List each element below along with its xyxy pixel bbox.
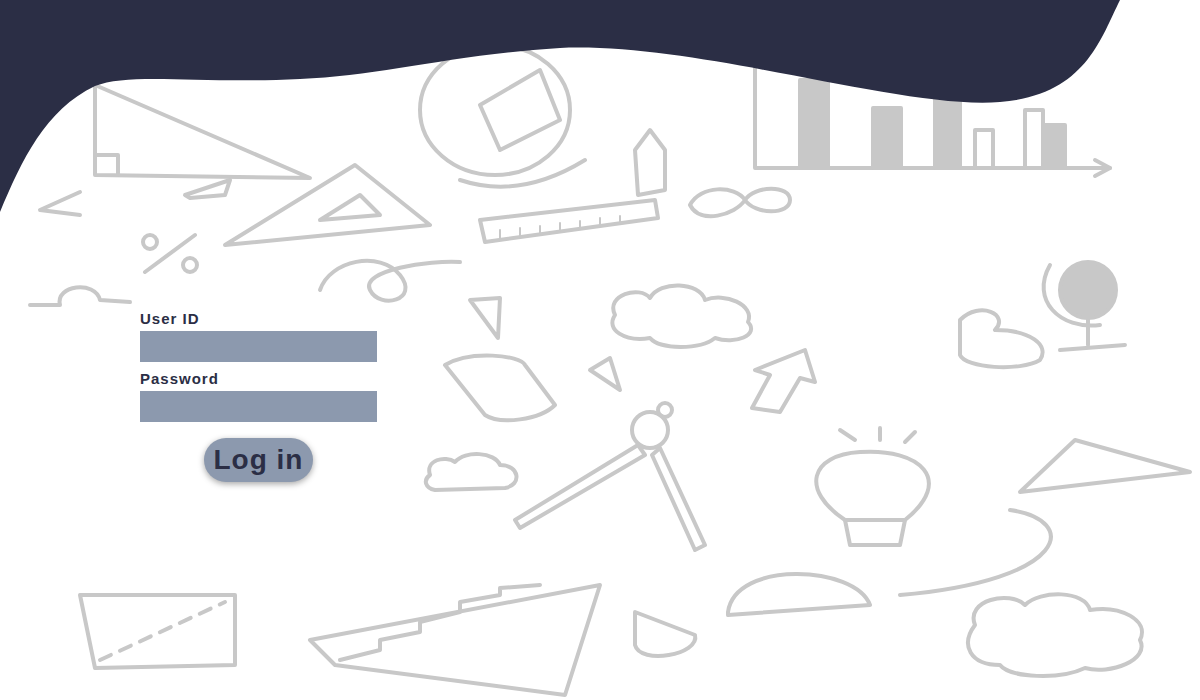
swirl-icon xyxy=(320,261,460,301)
cone-icon xyxy=(635,612,695,656)
login-form: User ID Password Log in xyxy=(0,0,377,482)
ruler-icon xyxy=(480,200,658,242)
set-square-icon xyxy=(225,165,430,245)
triangle-doodle-icon xyxy=(95,85,310,198)
omega-icon xyxy=(30,287,130,305)
field-label: User ID xyxy=(140,310,377,328)
percent-icon xyxy=(143,235,197,272)
login-page: User ID Password Log in xyxy=(0,0,1200,700)
arrow-icon xyxy=(752,350,815,412)
kite-icon xyxy=(470,298,500,338)
globe-icon xyxy=(960,262,1125,367)
rectangle-icon xyxy=(80,595,235,668)
cylinder-icon xyxy=(445,356,555,421)
header-wave xyxy=(0,0,1120,212)
big-cloud-icon xyxy=(968,594,1142,676)
field-input[interactable] xyxy=(140,331,377,362)
curve-icon xyxy=(900,510,1051,595)
pie-chart-icon xyxy=(420,45,585,187)
triangle-right-icon xyxy=(1020,440,1190,492)
less-than-icon xyxy=(40,192,80,215)
button-row: Log in xyxy=(140,430,377,482)
field-label: Password xyxy=(140,370,377,388)
cloud-icon xyxy=(612,285,751,347)
infinity-icon xyxy=(690,189,790,216)
light-bulb-icon xyxy=(816,428,929,545)
field-input[interactable] xyxy=(140,391,377,422)
shape-icon xyxy=(590,358,620,390)
pencil-icon xyxy=(635,130,665,195)
protractor-icon xyxy=(728,574,870,615)
staircase-icon xyxy=(310,585,600,695)
small-cloud-icon xyxy=(426,454,517,490)
form-field: User ID xyxy=(140,310,377,362)
login-button[interactable]: Log in xyxy=(204,438,314,482)
compass-icon xyxy=(515,403,705,550)
form-field: Password xyxy=(140,370,377,422)
